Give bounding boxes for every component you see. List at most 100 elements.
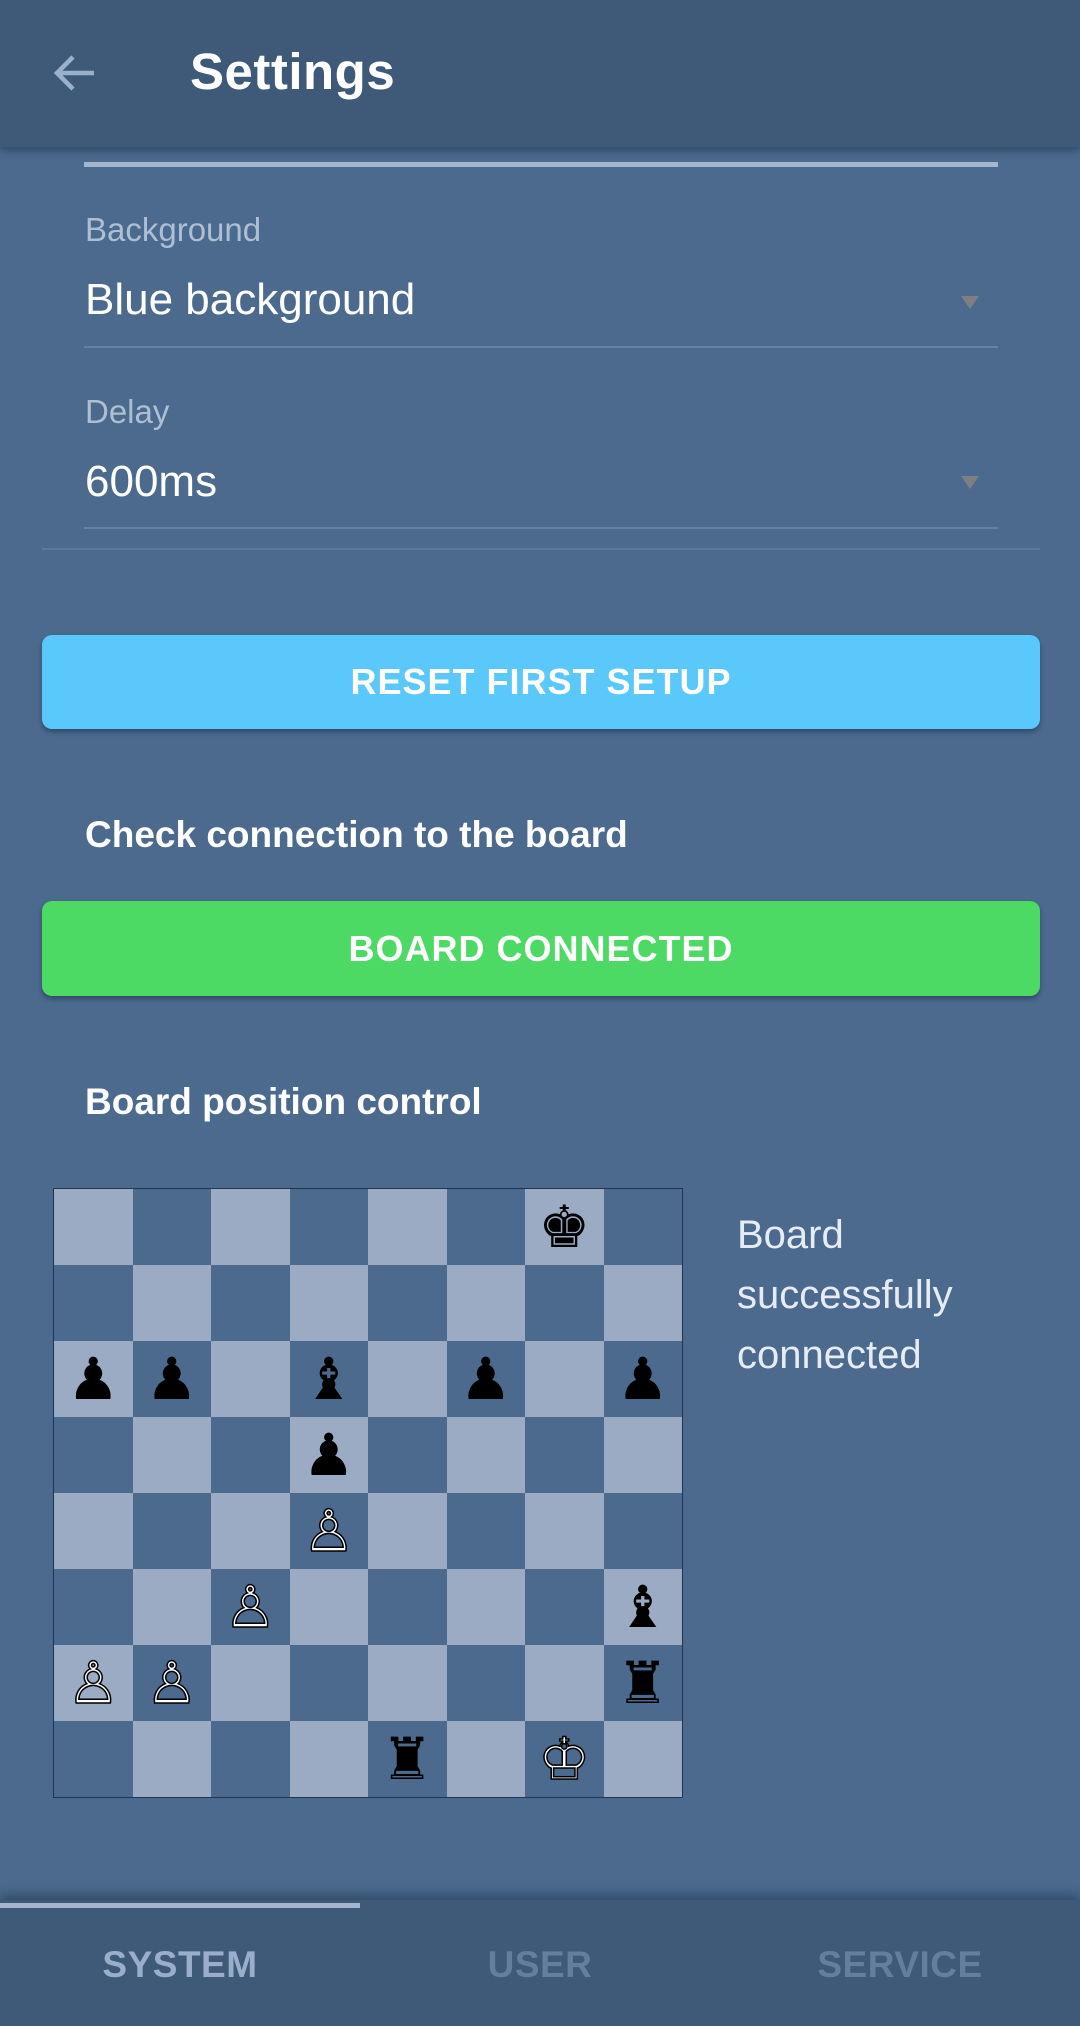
square-d1[interactable] xyxy=(289,1721,368,1797)
background-value: Blue background xyxy=(85,275,416,324)
square-b6[interactable]: ♟ xyxy=(132,1341,211,1417)
black-pawn-icon[interactable]: ♟ xyxy=(460,1350,512,1408)
square-b3[interactable] xyxy=(132,1569,211,1645)
square-f3[interactable] xyxy=(446,1569,525,1645)
square-e2[interactable] xyxy=(368,1645,447,1721)
dropdown-caret-icon xyxy=(961,476,979,489)
background-divider xyxy=(84,346,998,348)
square-c2[interactable] xyxy=(211,1645,290,1721)
status-line: connected xyxy=(737,1333,922,1377)
square-c6[interactable] xyxy=(211,1341,290,1417)
tab-service[interactable]: SERVICE xyxy=(720,1900,1080,2026)
square-g6[interactable] xyxy=(525,1341,604,1417)
square-h6[interactable]: ♟ xyxy=(603,1341,682,1417)
black-pawn-icon[interactable]: ♟ xyxy=(303,1426,355,1484)
check-connection-heading: Check connection to the board xyxy=(85,814,628,855)
square-b2[interactable]: ♙ xyxy=(132,1645,211,1721)
square-c5[interactable] xyxy=(211,1417,290,1493)
square-h1[interactable] xyxy=(603,1721,682,1797)
square-g2[interactable] xyxy=(525,1645,604,1721)
square-d8[interactable] xyxy=(289,1189,368,1265)
back-button[interactable] xyxy=(36,38,112,108)
black-bishop-icon[interactable]: ♝ xyxy=(617,1578,669,1636)
square-e1[interactable]: ♜ xyxy=(368,1721,447,1797)
square-d6[interactable]: ♝ xyxy=(289,1341,368,1417)
tab-system[interactable]: SYSTEM xyxy=(0,1900,360,2026)
white-pawn-icon[interactable]: ♙ xyxy=(302,1501,356,1561)
square-e7[interactable] xyxy=(368,1265,447,1341)
section-divider xyxy=(42,548,1040,550)
square-d2[interactable] xyxy=(289,1645,368,1721)
tab-user[interactable]: USER xyxy=(360,1900,720,2026)
square-d3[interactable] xyxy=(289,1569,368,1645)
square-h8[interactable] xyxy=(603,1189,682,1265)
black-pawn-icon[interactable]: ♟ xyxy=(146,1350,198,1408)
section-top-divider xyxy=(84,162,998,167)
square-f1[interactable] xyxy=(446,1721,525,1797)
square-b5[interactable] xyxy=(132,1417,211,1493)
square-h7[interactable] xyxy=(603,1265,682,1341)
page-title: Settings xyxy=(190,43,396,100)
square-f5[interactable] xyxy=(446,1417,525,1493)
square-e6[interactable] xyxy=(368,1341,447,1417)
square-c8[interactable] xyxy=(211,1189,290,1265)
square-f6[interactable]: ♟ xyxy=(446,1341,525,1417)
board-position-heading: Board position control xyxy=(85,1081,482,1122)
square-e5[interactable] xyxy=(368,1417,447,1493)
black-bishop-icon[interactable]: ♝ xyxy=(303,1350,355,1408)
square-h3[interactable]: ♝ xyxy=(603,1569,682,1645)
black-king-icon[interactable]: ♚ xyxy=(538,1198,590,1256)
square-c4[interactable] xyxy=(211,1493,290,1569)
square-d7[interactable] xyxy=(289,1265,368,1341)
square-f2[interactable] xyxy=(446,1645,525,1721)
chess-board[interactable]: ♚ ♟ ♟ ♝ ♟ ♟ ♟ ♙ ♙ ♝ ♙ ♙ ♜ ♜ ♔ xyxy=(53,1188,683,1798)
square-d5[interactable]: ♟ xyxy=(289,1417,368,1493)
black-rook-icon[interactable]: ♜ xyxy=(617,1654,669,1712)
square-f4[interactable] xyxy=(446,1493,525,1569)
square-e4[interactable] xyxy=(368,1493,447,1569)
square-f8[interactable] xyxy=(446,1189,525,1265)
square-b8[interactable] xyxy=(132,1189,211,1265)
black-pawn-icon[interactable]: ♟ xyxy=(67,1350,119,1408)
square-a7[interactable] xyxy=(54,1265,133,1341)
square-d4[interactable]: ♙ xyxy=(289,1493,368,1569)
square-g7[interactable] xyxy=(525,1265,604,1341)
square-g5[interactable] xyxy=(525,1417,604,1493)
square-h5[interactable] xyxy=(603,1417,682,1493)
status-line: successfully xyxy=(737,1273,953,1317)
square-a5[interactable] xyxy=(54,1417,133,1493)
delay-dropdown[interactable]: 600ms xyxy=(84,434,998,534)
white-pawn-icon[interactable]: ♙ xyxy=(224,1577,278,1637)
square-a8[interactable] xyxy=(54,1189,133,1265)
square-g8[interactable]: ♚ xyxy=(525,1189,604,1265)
square-h4[interactable] xyxy=(603,1493,682,1569)
square-b7[interactable] xyxy=(132,1265,211,1341)
white-pawn-icon[interactable]: ♙ xyxy=(67,1653,121,1713)
square-e3[interactable] xyxy=(368,1569,447,1645)
black-pawn-icon[interactable]: ♟ xyxy=(617,1350,669,1408)
board-connected-button[interactable]: BOARD CONNECTED xyxy=(42,901,1040,996)
square-a1[interactable] xyxy=(54,1721,133,1797)
square-g4[interactable] xyxy=(525,1493,604,1569)
delay-divider xyxy=(84,527,998,529)
reset-first-setup-button[interactable]: RESET FIRST SETUP xyxy=(42,635,1040,729)
square-f7[interactable] xyxy=(446,1265,525,1341)
square-a3[interactable] xyxy=(54,1569,133,1645)
square-g3[interactable] xyxy=(525,1569,604,1645)
square-c3[interactable]: ♙ xyxy=(211,1569,290,1645)
square-c7[interactable] xyxy=(211,1265,290,1341)
square-g1[interactable]: ♔ xyxy=(525,1721,604,1797)
square-a4[interactable] xyxy=(54,1493,133,1569)
square-b4[interactable] xyxy=(132,1493,211,1569)
square-h2[interactable]: ♜ xyxy=(603,1645,682,1721)
square-e8[interactable] xyxy=(368,1189,447,1265)
square-a2[interactable]: ♙ xyxy=(54,1645,133,1721)
delay-label: Delay xyxy=(85,393,170,430)
square-b1[interactable] xyxy=(132,1721,211,1797)
square-c1[interactable] xyxy=(211,1721,290,1797)
square-a6[interactable]: ♟ xyxy=(54,1341,133,1417)
background-dropdown[interactable]: Blue background xyxy=(84,252,998,352)
black-rook-icon[interactable]: ♜ xyxy=(381,1730,433,1788)
white-pawn-icon[interactable]: ♙ xyxy=(145,1653,199,1713)
white-king-icon[interactable]: ♔ xyxy=(538,1729,592,1789)
